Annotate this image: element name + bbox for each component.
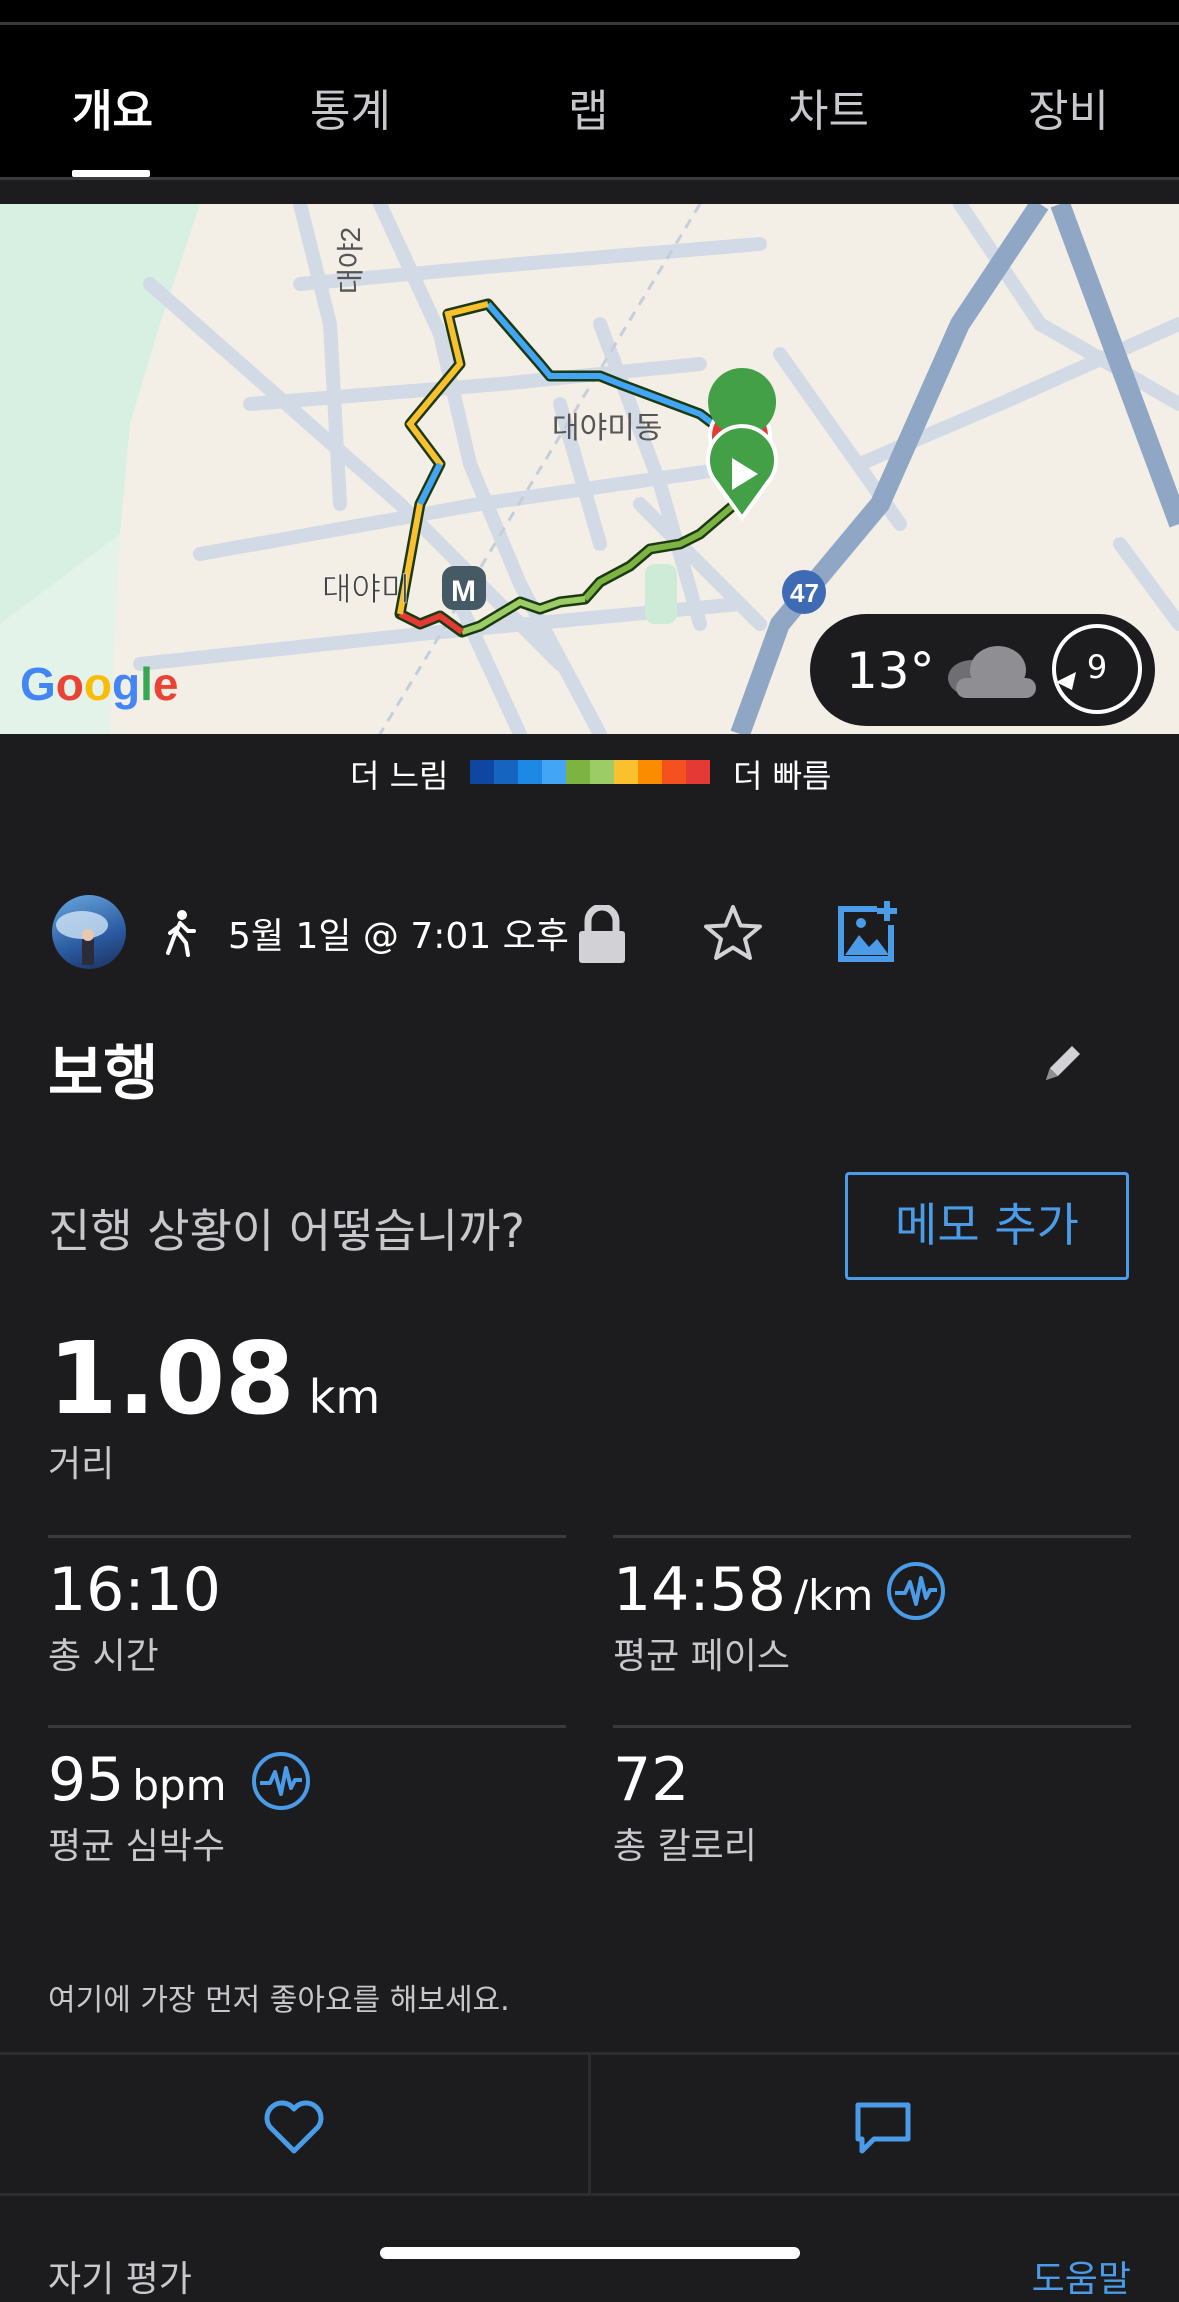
tab-charts[interactable]: 차트 — [788, 75, 869, 139]
distance-value: 1.08 km — [48, 1320, 380, 1437]
divider — [613, 1535, 1131, 1538]
stat-value: 16:10 — [48, 1555, 221, 1625]
activity-title: 보행 — [48, 1039, 159, 1109]
lock-icon[interactable] — [575, 903, 629, 969]
route-badge: 47 — [782, 570, 826, 614]
star-icon[interactable] — [702, 903, 764, 969]
stat-label: 총 칼로리 — [613, 1826, 757, 1867]
route-map[interactable]: 대야2 대야미동 대야미 M 47 Google 13° 9 — [0, 204, 1179, 734]
stat-unit: /km — [793, 1571, 874, 1620]
svg-text:Google: Google — [20, 658, 178, 710]
add-photo-icon[interactable] — [835, 899, 901, 969]
self-evaluation-label: 자기 평가 — [48, 2259, 192, 2300]
stat-value: 95 — [48, 1745, 125, 1815]
tab-stats[interactable]: 통계 — [310, 75, 391, 139]
tab-overview[interactable]: 개요 — [72, 75, 153, 139]
comment-icon[interactable] — [852, 2099, 914, 2159]
top-tab-bar: 개요 통계 랩 차트 장비 — [0, 0, 1179, 180]
svg-text:M: M — [451, 575, 476, 608]
tab-laps[interactable]: 랩 — [568, 75, 608, 139]
tab-gear[interactable]: 장비 — [1028, 75, 1109, 139]
google-logo: Google — [20, 658, 178, 710]
distance-label: 거리 — [48, 1444, 115, 1485]
wind-speed-icon: 9 — [1052, 624, 1142, 714]
legend-slow-label: 더 느림 — [350, 757, 449, 795]
station-label: 대야미 — [322, 571, 410, 607]
stat-total-time: 16:10 총 시간 — [48, 1555, 221, 1677]
weather-temp: 13° — [846, 642, 935, 700]
pencil-icon[interactable] — [1040, 1040, 1086, 1090]
dong-label: 대야미동 — [552, 412, 662, 445]
legend-gradient — [470, 760, 710, 784]
legend-fast-label: 더 빠름 — [733, 757, 832, 795]
heart-icon[interactable] — [262, 2099, 326, 2159]
stat-avg-heart-rate: 95 bpm 평균 심박수 — [48, 1745, 227, 1867]
heart-rate-chart-icon[interactable] — [250, 1750, 312, 1816]
metro-icon: M — [442, 566, 486, 610]
self-evaluation-row: 자기 평가 도움말 — [0, 2230, 1179, 2300]
stat-label: 평균 페이스 — [613, 1636, 791, 1677]
tabs: 개요 통계 랩 차트 장비 — [0, 60, 1179, 180]
activity-meta-row: 5월 1일 @ 7:01 오후 — [0, 895, 1179, 975]
progress-prompt: 진행 상황이 어떻습니까? — [48, 1204, 525, 1258]
cloud-icon — [940, 640, 1040, 704]
road-label: 대야2 — [335, 227, 366, 294]
stat-avg-pace: 14:58/km 평균 페이스 — [613, 1555, 874, 1677]
distance-unit: km — [308, 1370, 381, 1424]
stat-total-calories: 72 총 칼로리 — [613, 1745, 757, 1867]
active-tab-indicator — [72, 170, 150, 177]
stat-value: 14:58 — [613, 1555, 786, 1625]
divider — [588, 2055, 591, 2193]
action-bar — [0, 2052, 1179, 2196]
home-indicator[interactable] — [380, 2247, 800, 2259]
stat-value: 72 — [613, 1745, 690, 1815]
speed-legend: 더 느림 더 빠름 — [0, 745, 1179, 795]
likes-prompt: 여기에 가장 먼저 좋아요를 해보세요. — [48, 1983, 510, 2018]
weather-chip: 13° 9 — [810, 614, 1155, 726]
walking-icon — [160, 909, 200, 961]
divider — [0, 22, 1179, 25]
divider — [48, 1535, 566, 1538]
divider — [0, 177, 1179, 180]
help-link[interactable]: 도움말 — [1032, 2250, 1131, 2302]
stat-label: 평균 심박수 — [48, 1826, 226, 1867]
distance-number: 1.08 — [48, 1320, 295, 1437]
pace-chart-icon[interactable] — [885, 1560, 947, 1626]
stat-unit: bpm — [132, 1761, 227, 1810]
svg-text:47: 47 — [790, 578, 819, 608]
stat-label: 총 시간 — [48, 1636, 159, 1677]
divider — [48, 1725, 566, 1728]
add-memo-button[interactable]: 메모 추가 — [845, 1172, 1129, 1280]
divider — [613, 1725, 1131, 1728]
activity-date: 5월 1일 @ 7:01 오후 — [228, 916, 569, 957]
avatar[interactable] — [52, 895, 126, 969]
